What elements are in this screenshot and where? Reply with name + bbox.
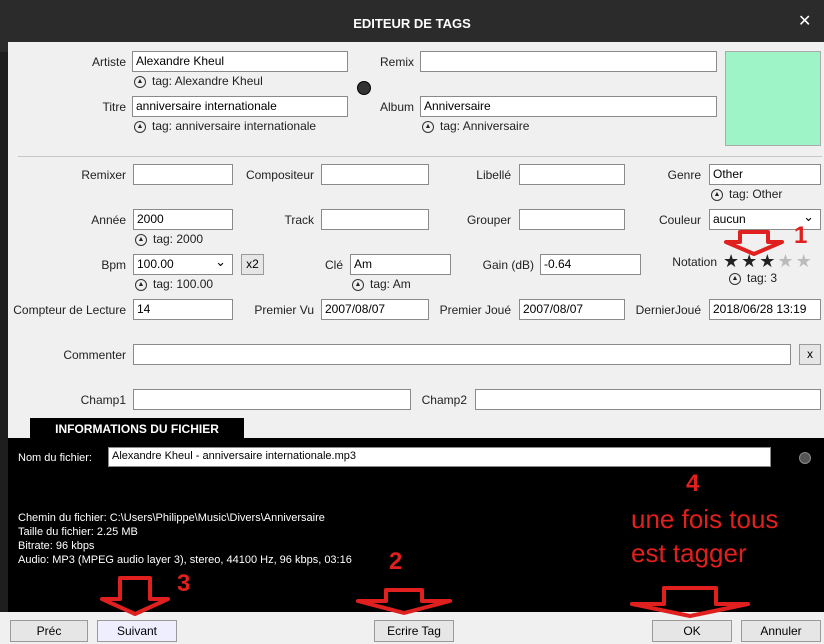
down-arrow-icon	[100, 576, 170, 616]
annotation-text-line1: une fois tous	[631, 504, 779, 534]
down-arrow-icon	[724, 230, 784, 256]
annotation-number-2: 2	[389, 548, 403, 575]
annotation-number-4: 4	[686, 470, 700, 497]
down-arrow-icon	[630, 586, 750, 618]
annotation-number-1: 1	[794, 222, 808, 249]
annotation-number-3: 3	[177, 570, 191, 597]
annotation-text-line2: est tagger	[631, 538, 747, 568]
down-arrow-icon	[356, 588, 452, 615]
